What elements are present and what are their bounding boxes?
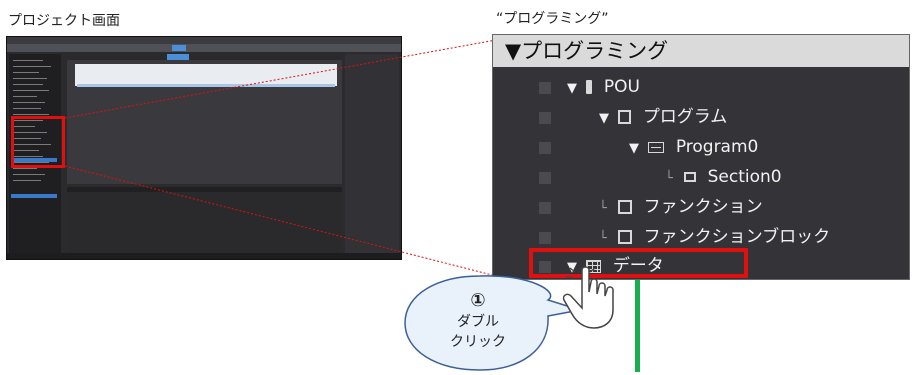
tree-item-program0[interactable]: ▼ Program0 [629, 133, 758, 161]
pointing-hand-icon [562, 266, 614, 329]
function-block-icon [618, 230, 633, 244]
tree-item-function[interactable]: └ ファンクション [599, 193, 763, 221]
tree-checkbox [539, 112, 551, 124]
tree-checkbox [539, 172, 551, 184]
tree-connector: └ [599, 231, 607, 246]
tree-connector: └ [599, 201, 607, 216]
callout-line2: クリック [450, 334, 506, 350]
tree-item-label: ファンクションブロック [643, 227, 831, 247]
pou-icon [586, 80, 593, 94]
thumbnail-toolbox [345, 54, 399, 254]
thumbnail-menubar [7, 37, 401, 44]
thumbnail-output-pane [67, 187, 342, 253]
tree-header-programming[interactable]: ▼プログラミング [493, 35, 909, 67]
flow-connector-line [635, 280, 640, 372]
callout-text: ① ダブル クリック [418, 290, 538, 352]
tree-item-function-block[interactable]: └ ファンクションブロック [599, 223, 830, 251]
section-icon [684, 172, 697, 182]
thumbnail-statusbar [7, 253, 401, 259]
tree-checkbox [539, 232, 551, 244]
tree-item-program[interactable]: ▼ プログラム [599, 103, 727, 131]
programming-tree-panel: ▼プログラミング ▼ POU ▼ プログラム ▼ Program0 └ Sect… [492, 34, 910, 280]
tree-checkbox [539, 202, 551, 214]
function-icon [618, 200, 633, 214]
callout-line1: ダブル [457, 314, 499, 330]
tree-item-label: Program0 [675, 137, 759, 157]
zoom-highlight-box [11, 116, 65, 168]
project-screen-thumbnail [6, 36, 402, 260]
step-number: ① [470, 290, 486, 311]
tree-item-label: Section0 [707, 167, 782, 187]
tree-item-section0[interactable]: └ Section0 [665, 163, 782, 191]
tree-checkbox [539, 82, 551, 94]
tree-item-label: ファンクション [643, 197, 763, 217]
tree-item-pou[interactable]: ▼ POU [567, 73, 640, 101]
ladder-icon [648, 141, 665, 153]
expand-triangle-icon: ▼ [599, 111, 609, 126]
tree-checkbox [539, 142, 551, 154]
tree-item-label: POU [603, 77, 640, 97]
expand-triangle-icon: ▼ [629, 141, 639, 156]
tree-connector: └ [665, 171, 673, 186]
thumbnail-editor [67, 54, 342, 184]
thumbnail-toolbar [7, 44, 401, 52]
tree-item-label: プログラム [642, 107, 728, 127]
caption-programming: “プログラミング” [496, 11, 609, 27]
program-icon [618, 110, 632, 124]
expand-triangle-icon: ▼ [567, 81, 577, 96]
caption-project-screen: プロジェクト画面 [8, 13, 120, 29]
